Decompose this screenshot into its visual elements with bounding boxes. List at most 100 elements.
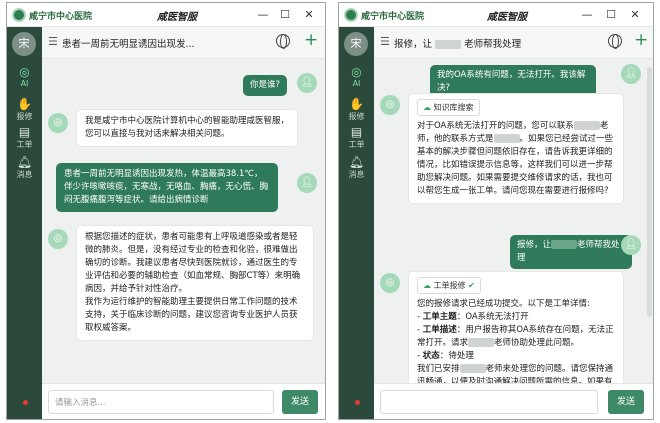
sidebar-item-label: AI: [20, 79, 29, 88]
send-button[interactable]: 发送: [282, 390, 318, 414]
ticket-line: - 工单描述：用户报告称其OA系统存在问题，无法正常打开。请求 老师协助处理此问题…: [417, 325, 614, 348]
sidebar-item-ai[interactable]: ◎ AI: [339, 65, 374, 88]
redacted-name: [468, 338, 495, 347]
ticket-value: 老师协助处理此问题。: [494, 338, 580, 348]
sidebar-item-message[interactable]: 🔔︎ 消息: [7, 155, 42, 180]
bot-avatar-icon: ◎: [380, 273, 400, 293]
maximize-button[interactable]: ☐: [603, 7, 619, 23]
bot-avatar-icon: ◎: [380, 95, 400, 115]
close-button[interactable]: ✕: [301, 7, 317, 23]
user-avatar-icon: 👤︎: [297, 73, 317, 93]
ticket-intro: 您的报修请求已经成功提交。以下是工单详情:: [417, 299, 590, 309]
app-slogan: 咸医智服: [487, 12, 527, 23]
clipboard-icon: ▤: [350, 125, 363, 139]
tag-label: 工单报修: [433, 281, 466, 290]
ticket-key: 状态: [422, 351, 440, 361]
bot-message: 根据您描述的症状，患者可能患有上呼吸道感染或者是轻微的肺炎。但是，没有经过专业的…: [76, 225, 314, 341]
sidebar-item-ticket[interactable]: ▤ 工单: [339, 125, 374, 150]
check-icon: ✔: [468, 281, 475, 290]
hand-icon: ✋: [349, 97, 364, 111]
conversation-title: 报修，让 老师帮我处理: [394, 36, 521, 50]
sidebar-item-label: 工单: [348, 140, 365, 149]
menu-icon[interactable]: ☰: [48, 35, 58, 48]
ticket-tag: ☁ 工单报修 ✔: [417, 277, 481, 294]
message-list: 你是谁? 👤︎ ◎ 我是咸宁市中心医院计算机中心的智能助理咸医智服，您可以直接与…: [42, 59, 325, 383]
menu-icon[interactable]: ☰: [380, 35, 390, 48]
app-slogan: 咸医智服: [157, 12, 197, 23]
user-avatar-icon: 👤︎: [297, 173, 317, 193]
sidebar-item-label: 工单: [16, 140, 33, 149]
bot-message: ☁ 知识库搜索 对于OA系统无法打开的问题，您可以联系 老师，他的联系方式是 。如果…: [408, 93, 624, 204]
user-message: 报修，让 老师帮我处理: [510, 235, 632, 269]
redacted-contact: [493, 134, 520, 143]
title-bar: 咸宁市中心医院 咸医智服 — ☐ ✕: [7, 3, 325, 27]
sidebar-item-repair[interactable]: ✋ 报修: [339, 97, 374, 122]
message-input[interactable]: [380, 390, 598, 414]
new-chat-icon[interactable]: +: [304, 30, 318, 50]
cloud-icon: ☁: [423, 281, 431, 290]
bell-icon: 🔔︎: [348, 155, 365, 169]
ai-icon: ◎: [351, 65, 362, 79]
text-part: 报修，让: [517, 240, 552, 250]
message-list: 我的OA系统有问题，无法打开。我该解决? 👤︎ ◎ ☁ 知识库搜索 对于OA系统…: [374, 59, 653, 383]
bot-avatar-icon: ◎: [48, 113, 68, 133]
maximize-button[interactable]: ☐: [277, 7, 293, 23]
minimize-button[interactable]: —: [579, 7, 595, 23]
text-part: 对于OA系统无法打开的问题，您可以联系: [417, 121, 574, 131]
sidebar-item-message[interactable]: 🔔︎ 消息: [339, 155, 374, 180]
user-avatar[interactable]: 宋: [12, 32, 36, 56]
clipboard-icon: ▤: [18, 125, 31, 139]
conversation-header: ☰ 患者一周前无明显诱因出现发... +: [42, 27, 325, 59]
new-chat-icon[interactable]: +: [634, 30, 648, 50]
ticket-outro: 我们已安排 老师来处理您的问题。请您保持通讯畅通，以便及时沟通解决问题所需的信息。…: [417, 363, 615, 383]
redacted-name: [551, 240, 578, 249]
sidebar-item-label: 报修: [16, 112, 33, 121]
title-part: 老师帮我处理: [464, 39, 522, 50]
hospital-logo-icon: [344, 8, 358, 22]
sidebar-item-ticket[interactable]: ▤ 工单: [7, 125, 42, 150]
bot-message-text: 对于OA系统无法打开的问题，您可以联系 老师，他的联系方式是 。如果您已经尝试过一些…: [417, 120, 615, 198]
user-avatar[interactable]: 宋: [344, 32, 368, 56]
send-button[interactable]: 发送: [608, 390, 644, 414]
sidebar-item-repair[interactable]: ✋ 报修: [7, 97, 42, 122]
app-name: 咸宁市中心医院: [29, 12, 93, 22]
bot-avatar-icon: ◎: [48, 229, 68, 249]
composer: 发送: [374, 383, 653, 419]
chat-window-left: 咸宁市中心医院 咸医智服 — ☐ ✕ 宋 ◎ AI ✋ 报修 ▤ 工单 🔔︎ 消…: [6, 2, 326, 420]
ai-icon: ◎: [19, 65, 30, 79]
conversation-header: ☰ 报修，让 老师帮我处理 +: [374, 27, 653, 59]
bot-message: 我是咸宁市中心医院计算机中心的智能助理咸医智服，您可以直接与我对话来解决相关问题…: [76, 109, 298, 147]
user-avatar-icon: 👤︎: [621, 64, 641, 84]
text-part: 我们已安排: [417, 364, 460, 374]
knowledge-search-tag: ☁ 知识库搜索: [417, 99, 480, 116]
close-button[interactable]: ✕: [627, 7, 643, 23]
ticket-value: 待处理: [448, 351, 474, 361]
cloud-icon: ☁: [423, 103, 431, 112]
status-dot: [355, 400, 360, 405]
sidebar: 宋 ◎ AI ✋ 报修 ▤ 工单 🔔︎ 消息: [7, 27, 42, 419]
composer: 请输入消息... 发送: [42, 383, 325, 419]
bell-icon: 🔔︎: [16, 155, 33, 169]
chat-window-right: 咸宁市中心医院 咸医智服 — ☐ ✕ 宋 ◎ AI ✋ 报修 ▤ 工单 🔔︎ 消…: [338, 2, 654, 420]
user-message: 你是谁?: [242, 75, 287, 96]
minimize-button[interactable]: —: [255, 7, 271, 23]
hospital-logo-icon: [12, 8, 26, 22]
user-avatar-icon: 👤︎: [621, 235, 641, 255]
sidebar: 宋 ◎ AI ✋ 报修 ▤ 工单 🔔︎ 消息: [339, 27, 374, 419]
globe-icon[interactable]: [276, 34, 290, 49]
sidebar-item-label: 报修: [348, 112, 365, 121]
ticket-key: 工单主题: [422, 312, 457, 322]
sidebar-item-ai[interactable]: ◎ AI: [7, 65, 42, 88]
sidebar-item-label: 消息: [348, 170, 365, 179]
message-input[interactable]: 请输入消息...: [48, 390, 274, 414]
status-dot: [23, 400, 28, 405]
redacted-name: [459, 364, 486, 373]
ticket-line: - 状态：待处理: [417, 351, 474, 361]
ticket-value: OA系统无法打开: [465, 312, 529, 322]
hand-icon: ✋: [17, 97, 32, 111]
app-name: 咸宁市中心医院: [361, 12, 425, 22]
scrollbar[interactable]: [647, 67, 652, 317]
sidebar-item-label: 消息: [16, 170, 33, 179]
redacted-name: [573, 121, 600, 130]
globe-icon[interactable]: [608, 34, 622, 49]
